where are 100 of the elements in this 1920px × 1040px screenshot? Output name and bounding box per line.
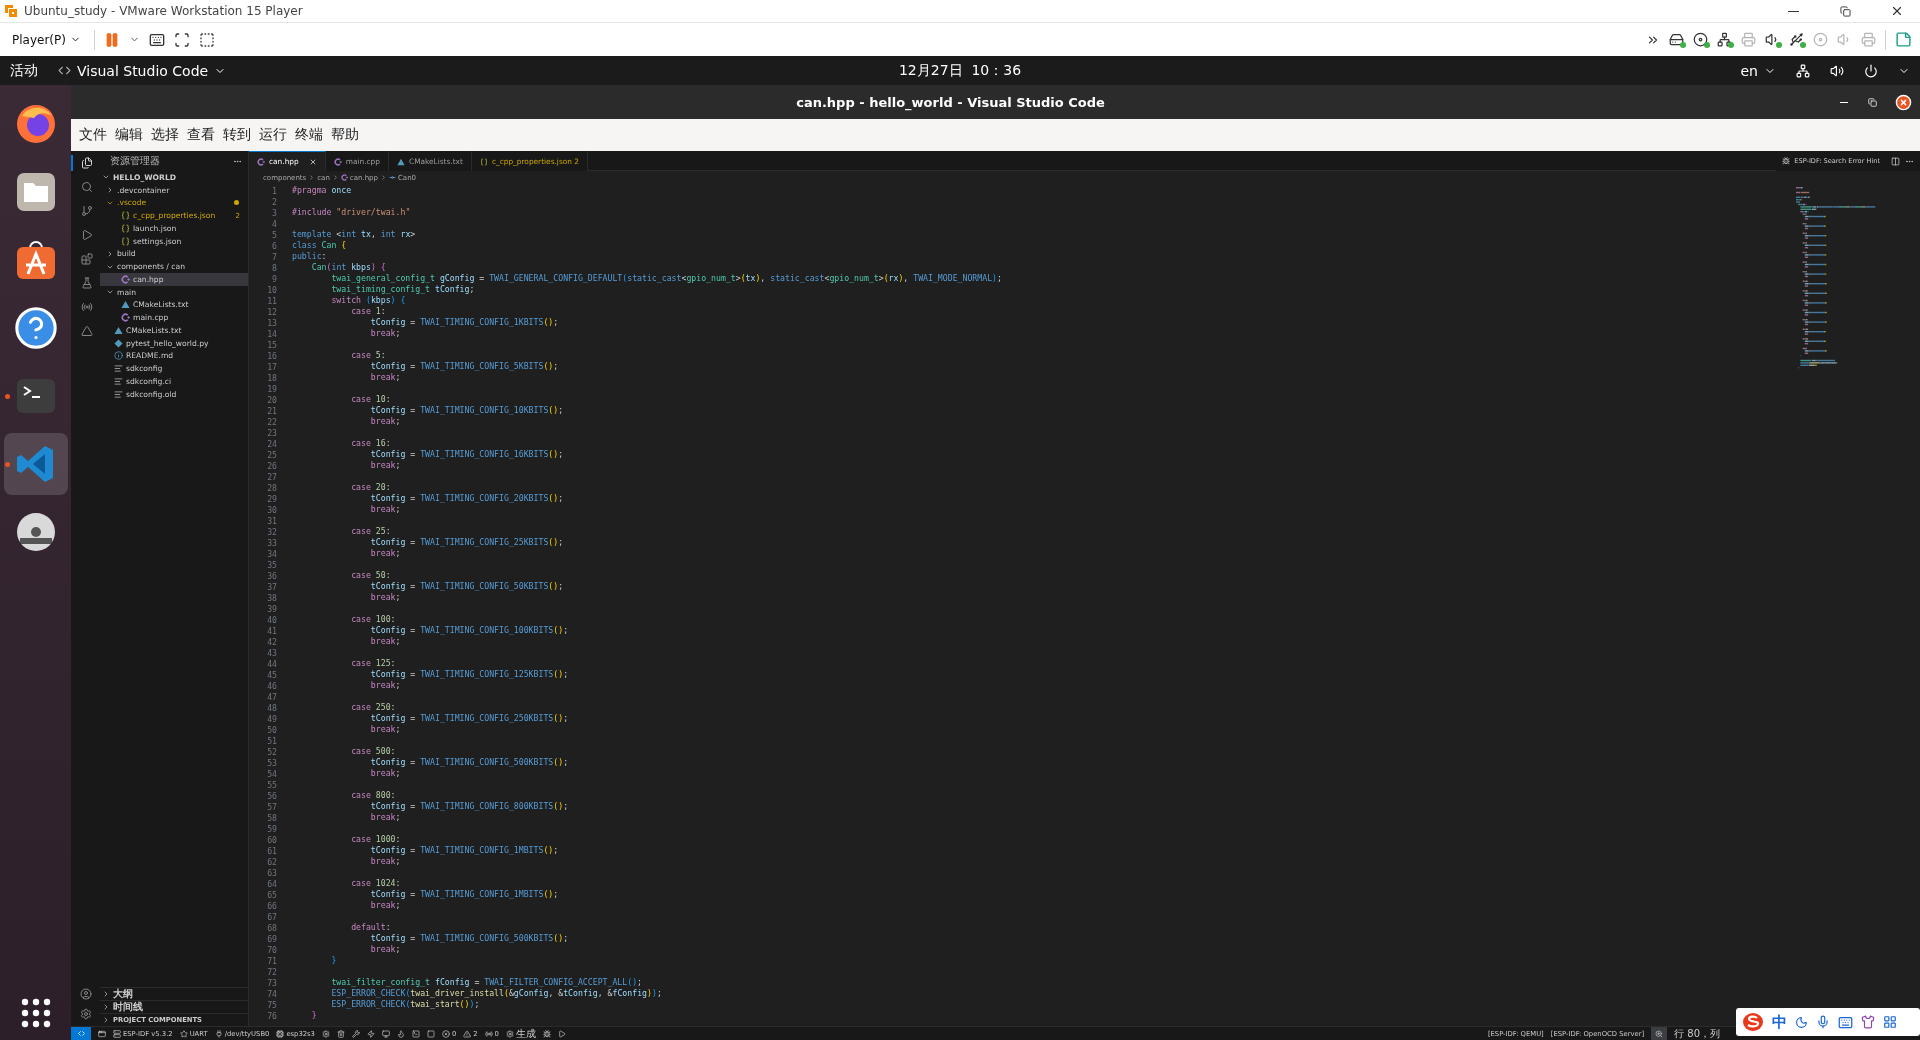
- power-icon[interactable]: [1864, 63, 1878, 78]
- restore-icon: [1867, 97, 1877, 107]
- braces-icon: [121, 211, 130, 221]
- window-title: Ubuntu_study - VMware Workstation 15 Player: [24, 4, 304, 18]
- explorer-title: 资源管理器: [110, 154, 160, 168]
- wrench-icon[interactable]: [351, 1029, 360, 1038]
- line-number: 46: [266, 680, 277, 691]
- code-line: Can(int kbps) {: [310, 262, 386, 273]
- close-icon: [1890, 4, 1904, 18]
- window-icon[interactable]: [98, 1029, 106, 1038]
- status-dot: [1776, 42, 1782, 48]
- menu-item[interactable]: 运行: [255, 123, 291, 147]
- line-number: 48: [266, 702, 277, 713]
- microphone-icon[interactable]: [1816, 1015, 1830, 1029]
- hard-drive-icon[interactable]: [1669, 32, 1684, 47]
- line-number: 26: [266, 460, 277, 471]
- play-icon[interactable]: [557, 1029, 566, 1038]
- account-icon[interactable]: [79, 988, 92, 1000]
- grid-icon[interactable]: [1883, 1015, 1897, 1029]
- status-dot: [1800, 42, 1806, 48]
- note-icon[interactable]: [1895, 31, 1912, 48]
- player-menu[interactable]: Player(P): [8, 30, 85, 49]
- app-icon: [58, 64, 71, 77]
- chevron-right-icon: [106, 249, 114, 258]
- code-file-icon: [333, 157, 342, 166]
- code-line: break;: [369, 900, 401, 911]
- menu-item[interactable]: 文件: [75, 123, 111, 147]
- help-icon[interactable]: [12, 305, 59, 351]
- keyboard-icon[interactable]: [148, 31, 165, 48]
- keyboard-icon[interactable]: [1838, 1014, 1853, 1030]
- code-line: break;: [369, 504, 401, 515]
- code-file-icon: [340, 174, 348, 181]
- remote-icon: [76, 1029, 86, 1038]
- remote-button[interactable]: [71, 1027, 91, 1040]
- settings-icon[interactable]: [79, 1008, 92, 1020]
- code-line: tConfig = TWAI_TIMING_CONFIG_125KBITS();: [369, 669, 569, 680]
- code-line: tConfig = TWAI_TIMING_CONFIG_800KBITS();: [369, 801, 569, 812]
- line-number: 29: [266, 493, 277, 504]
- bug-icon[interactable]: [542, 1029, 551, 1038]
- line-number: 74: [266, 988, 277, 999]
- code-line: twai_general_config_t gConfig = TWAI_GENERAL_CONFIG_DEFAULT(static_cast<gpio_num_t>(tx), static_cast<gpio_num_t>(rx), TWAI_MODE_NORMAL);: [330, 273, 1002, 284]
- code-line: case 5:: [350, 350, 386, 361]
- code-line: case 250:: [350, 702, 396, 713]
- network-icon[interactable]: [1796, 63, 1810, 78]
- section-header[interactable]: 时间线: [100, 1000, 248, 1013]
- line-number: 14: [266, 328, 277, 339]
- activities-button[interactable]: 活动: [10, 61, 38, 80]
- window-title: can.hpp - hello_world - Visual Studio Code: [795, 94, 1106, 110]
- menu-item[interactable]: 编辑: [111, 123, 147, 147]
- volume-icon[interactable]: [1830, 63, 1844, 78]
- bug-icon: [1782, 157, 1791, 165]
- flame-icon[interactable]: [396, 1029, 405, 1038]
- menu-item[interactable]: 终端: [291, 123, 327, 147]
- shirt-icon[interactable]: [1861, 1015, 1875, 1029]
- input-method-logo-icon[interactable]: [1742, 1012, 1764, 1032]
- minimize-icon: [1840, 101, 1848, 103]
- split-editor-icon[interactable]: [1891, 156, 1900, 166]
- status-item[interactable]: 生成: [505, 1027, 536, 1040]
- trash-icon[interactable]: [336, 1029, 345, 1038]
- terminal-icon[interactable]: [411, 1029, 420, 1038]
- zoom-button[interactable]: [1651, 1027, 1668, 1040]
- dashed-square-icon[interactable]: [198, 31, 215, 48]
- fullscreen-icon[interactable]: [173, 31, 190, 48]
- input-mode[interactable]: 中: [1772, 1012, 1787, 1032]
- line-number: 35: [266, 559, 277, 570]
- close-icon[interactable]: [308, 157, 317, 166]
- status-item[interactable]: 行 80，列: [1674, 1027, 1720, 1040]
- code-line: template <int tx, int rx>: [292, 229, 416, 240]
- menu-item[interactable]: 查看: [183, 123, 219, 147]
- language-menu[interactable]: en: [1740, 62, 1776, 79]
- section-header[interactable]: 大纲: [100, 987, 248, 1000]
- code-line: break;: [369, 372, 401, 383]
- gear-icon[interactable]: [321, 1029, 330, 1038]
- menu-item[interactable]: 帮助: [327, 123, 363, 147]
- code-line: switch (kbps) {: [330, 295, 406, 306]
- status-dot: [1728, 42, 1734, 48]
- warning-dot: [234, 200, 239, 206]
- chevron-right-icon: [331, 174, 339, 181]
- lightning-icon[interactable]: [366, 1029, 375, 1038]
- disc-icon[interactable]: [1693, 32, 1708, 47]
- app-menu[interactable]: Visual Studio Code: [58, 62, 227, 79]
- line-number: 8: [271, 262, 277, 273]
- line-number: 9: [271, 273, 277, 284]
- clock[interactable]: 12月27日 10：36: [898, 61, 1022, 80]
- line-number: 72: [266, 966, 277, 977]
- apps-grid-icon[interactable]: [20, 998, 51, 1028]
- square-icon[interactable]: [426, 1029, 435, 1038]
- menu-item[interactable]: 转到: [219, 123, 255, 147]
- moon-icon[interactable]: [1795, 1015, 1808, 1029]
- chevron-right-icon: [379, 174, 387, 181]
- line-number: 50: [266, 724, 277, 735]
- line-number: 34: [266, 548, 277, 559]
- code-line: tConfig = TWAI_TIMING_CONFIG_1MBITS();: [369, 889, 559, 900]
- line-number: 71: [266, 955, 277, 966]
- code-line: case 500:: [350, 746, 396, 757]
- code-line: case 16:: [350, 438, 391, 449]
- menu-item[interactable]: 选择: [147, 123, 183, 147]
- monitor-icon[interactable]: [381, 1029, 390, 1038]
- antenna-icon: [484, 1029, 493, 1038]
- code-line: twai_timing_config_t tConfig;: [330, 284, 475, 295]
